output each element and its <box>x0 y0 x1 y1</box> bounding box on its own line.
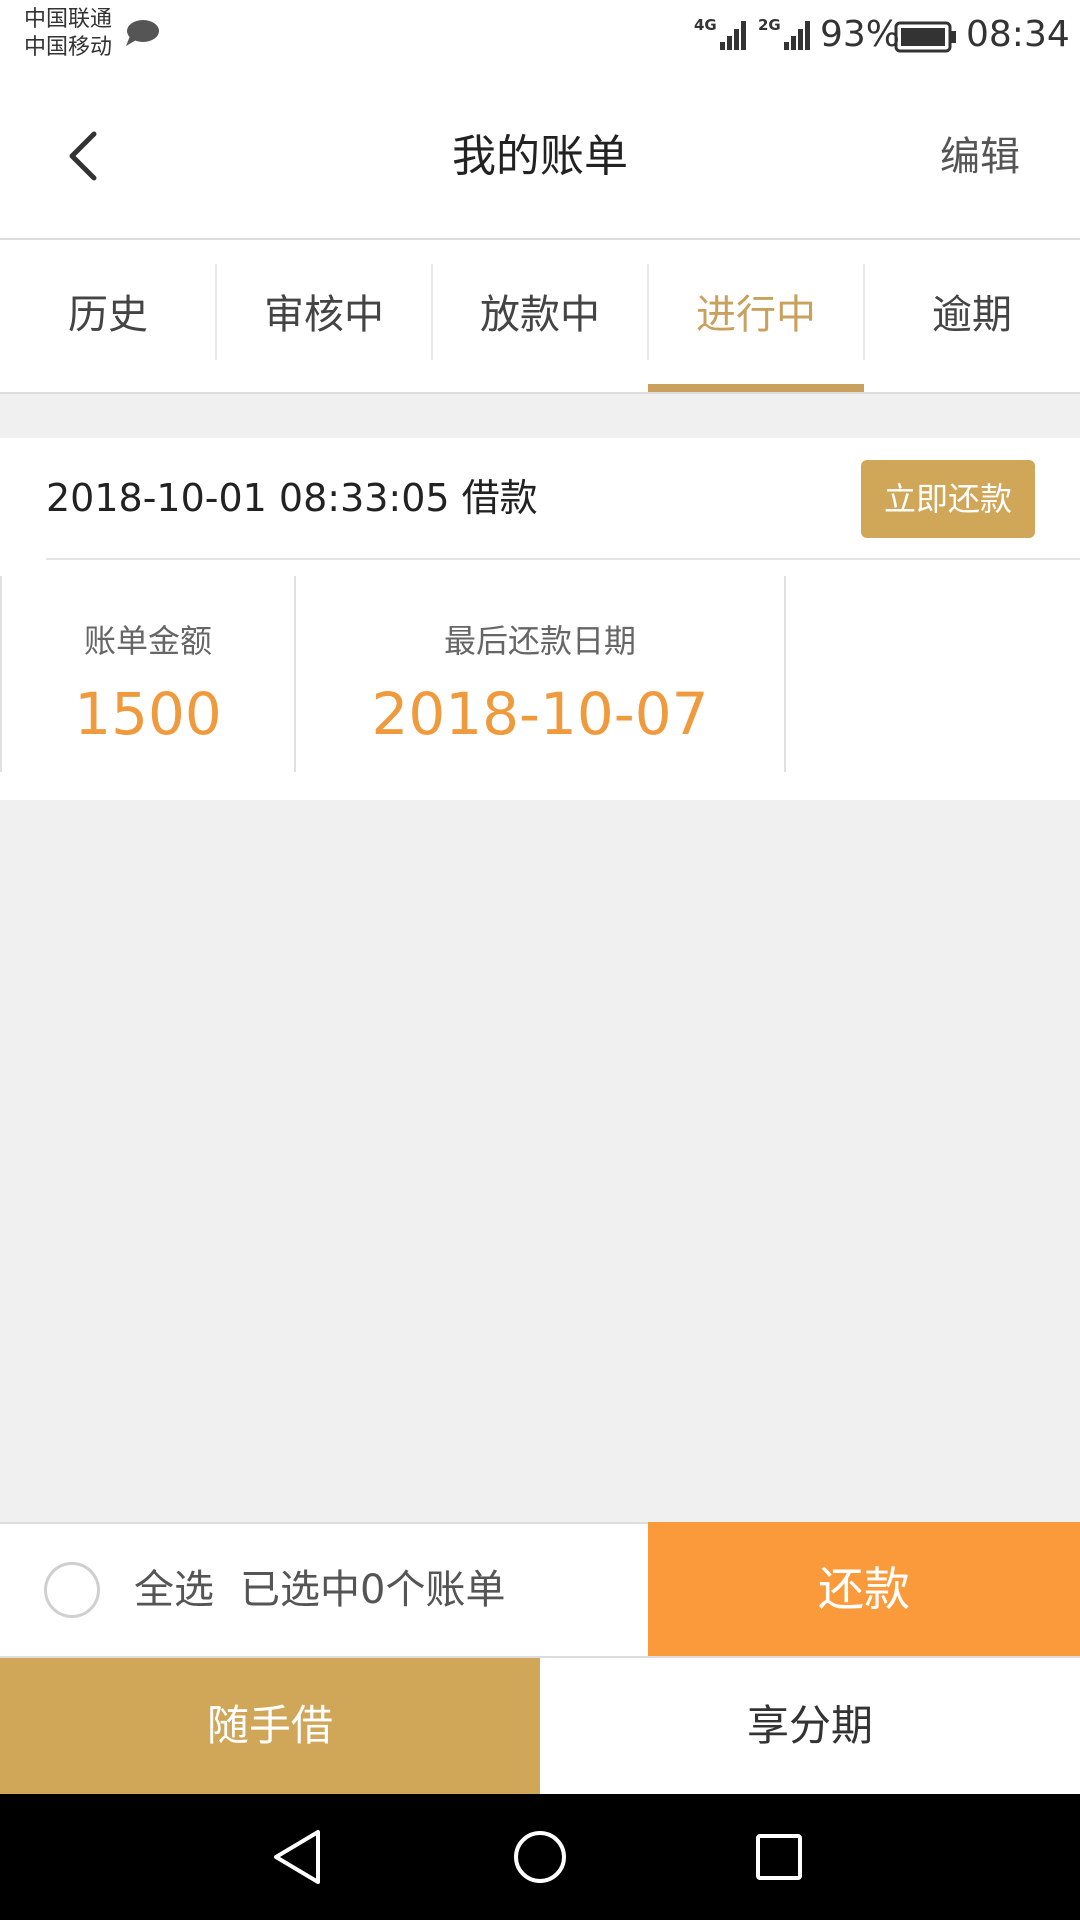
select-all-label[interactable]: 全选 <box>134 1524 214 1656</box>
carrier-names: 中国联通 中国移动 <box>24 6 112 62</box>
tab-disbursing[interactable]: 放款中 <box>432 240 648 392</box>
tab-divider <box>215 264 217 360</box>
status-clock: 08:34 <box>966 14 1070 55</box>
tab-divider <box>431 264 433 360</box>
nav-item-quick-loan[interactable]: 随手借 <box>0 1658 540 1794</box>
column-divider <box>784 576 786 772</box>
chat-bubble-icon <box>126 20 159 46</box>
bill-amount-column: 账单金额 1500 <box>2 576 294 772</box>
carrier-1: 中国联通 <box>24 7 113 32</box>
tab-reviewing[interactable]: 审核中 <box>216 240 432 392</box>
selected-count-text: 已选中0个账单 <box>240 1567 506 1613</box>
page-title: 我的账单 <box>452 131 628 182</box>
tab-in-progress[interactable]: 进行中 <box>648 240 864 392</box>
tab-history[interactable]: 历史 <box>0 240 216 392</box>
app-header: 我的账单 编辑 <box>0 76 1080 240</box>
bill-amount-value: 1500 <box>74 680 222 748</box>
bill-card[interactable]: 2018-10-01 08:33:05 借款 立即还款 账单金额 1500 最后… <box>0 438 1080 800</box>
edit-button[interactable]: 编辑 <box>940 76 1020 238</box>
battery-percent: 93% <box>820 14 901 55</box>
nav-back-icon[interactable] <box>266 1824 332 1890</box>
carrier-2: 中国移动 <box>24 35 113 60</box>
battery-icon <box>894 21 956 53</box>
system-nav-bar <box>0 1794 1080 1920</box>
signal-4g-icon: 4G <box>694 16 752 52</box>
repay-button[interactable]: 还款 <box>648 1522 1080 1656</box>
nav-recents-icon[interactable] <box>746 1824 812 1890</box>
bill-status-tabs: 历史 审核中 放款中 进行中 逾期 <box>0 240 1080 394</box>
bill-divider <box>46 558 1080 560</box>
nav-item-installment[interactable]: 享分期 <box>540 1658 1080 1794</box>
bill-title: 2018-10-01 08:33:05 借款 <box>46 476 538 520</box>
tab-divider <box>863 264 865 360</box>
bill-amount-label: 账单金额 <box>83 622 212 660</box>
due-date-column: 最后还款日期 2018-10-07 <box>296 576 784 772</box>
due-date-value: 2018-10-07 <box>371 680 709 748</box>
status-bar: 中国联通 中国移动 4G 2G 93% 08:34 <box>0 0 1080 76</box>
select-all-checkbox[interactable] <box>44 1562 100 1618</box>
nav-home-icon[interactable] <box>507 1824 573 1890</box>
repay-now-button[interactable]: 立即还款 <box>861 460 1035 538</box>
tab-overdue[interactable]: 逾期 <box>864 240 1080 392</box>
bottom-nav: 随手借 享分期 <box>0 1656 1080 1794</box>
tab-divider <box>647 264 649 360</box>
signal-2g-icon: 2G <box>758 16 816 52</box>
due-date-label: 最后还款日期 <box>443 622 636 660</box>
bottom-action-bar: 全选 已选中0个账单 还款 <box>0 1522 1080 1656</box>
back-arrow-icon[interactable] <box>60 126 110 186</box>
